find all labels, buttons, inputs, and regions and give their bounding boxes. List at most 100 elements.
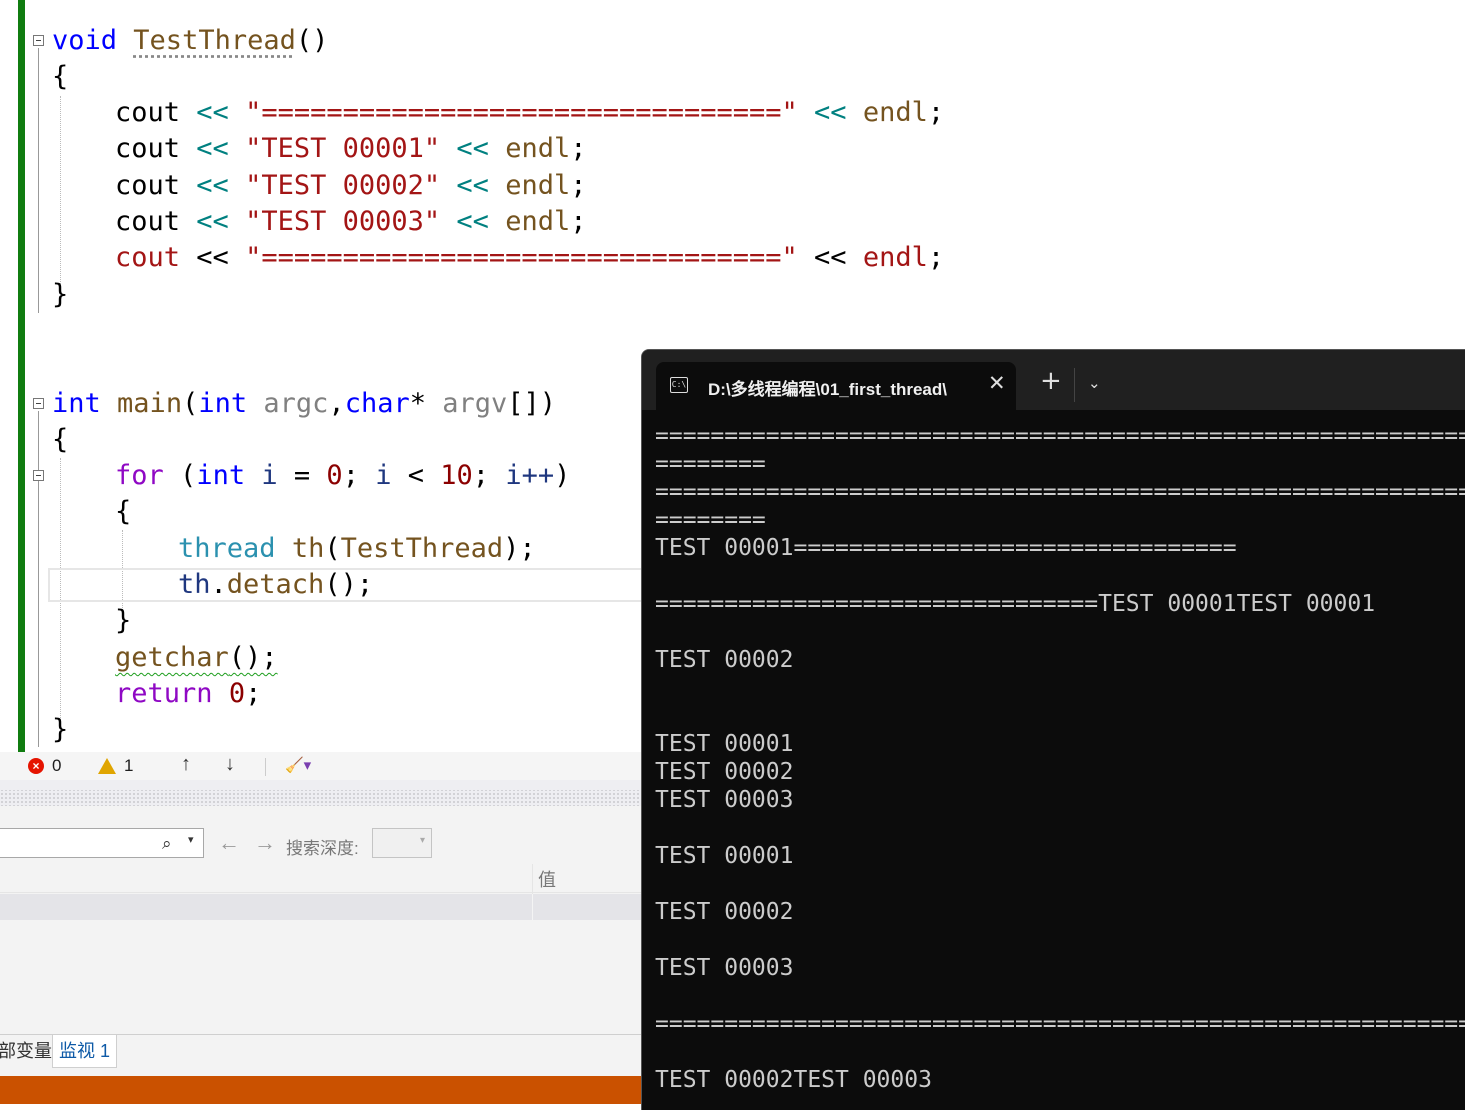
operator: << xyxy=(456,170,489,201)
error-count[interactable]: × 0 xyxy=(28,755,61,777)
terminal-output-line: TEST 00002 xyxy=(655,899,794,925)
code-line-cout[interactable]: cout << "===============================… xyxy=(115,95,944,131)
terminal-output-line: ================================TEST 000… xyxy=(655,591,1376,617)
code-line-open-brace[interactable]: { xyxy=(52,59,68,95)
terminal-window[interactable]: C:\ D:\多线程编程\01_first_thread\ ✕ + ⌄ ====… xyxy=(641,349,1465,1110)
string-literal: "TEST 00002" xyxy=(245,170,441,201)
keyword: for xyxy=(115,460,164,491)
code-cleanup-button[interactable]: 🧹▾ xyxy=(285,755,311,777)
code-line-cout[interactable]: cout << "TEST 00001" << endl; xyxy=(115,131,587,167)
code-line-close-brace[interactable]: } xyxy=(52,712,68,748)
operator: << xyxy=(814,242,847,273)
column-separator xyxy=(532,894,533,920)
code-line-close-brace[interactable]: } xyxy=(52,277,68,313)
chevron-down-icon[interactable]: ⌄ xyxy=(1088,374,1101,392)
keyword: char xyxy=(344,388,410,419)
search-depth-label: 搜索深度: xyxy=(286,839,359,858)
variable: i xyxy=(261,460,278,491)
titlebar-divider xyxy=(1074,368,1075,402)
code-line-return[interactable]: return 0; xyxy=(115,676,261,712)
code-line-thread[interactable]: thread th(TestThread); xyxy=(178,531,536,567)
warning-count-value: 1 xyxy=(124,756,134,775)
punctuation: []) xyxy=(507,388,557,419)
punctuation: (); xyxy=(324,569,374,600)
terminal-tab[interactable]: C:\ D:\多线程编程\01_first_thread\ ✕ xyxy=(656,362,1016,410)
toolbar-divider xyxy=(265,758,266,776)
code-line-for[interactable]: for (int i = 0; i < 10; i++) xyxy=(115,458,570,494)
ide-status-bar xyxy=(0,1076,645,1104)
string-literal: "TEST 00001" xyxy=(245,133,441,164)
code-line-cout[interactable]: cout << "TEST 00002" << endl; xyxy=(115,168,587,204)
semicolon: ; xyxy=(927,97,945,128)
operator: << xyxy=(456,206,489,237)
terminal-output-line: TEST 00002TEST 00003 xyxy=(655,1067,932,1093)
chevron-down-icon[interactable]: ▾ xyxy=(188,833,194,846)
terminal-output-line: TEST 00003 xyxy=(655,787,794,813)
semicolon: ; xyxy=(472,460,490,491)
error-count-value: 0 xyxy=(52,756,62,775)
tab-watch-1[interactable]: 监视 1 xyxy=(52,1035,118,1068)
punctuation: * xyxy=(409,388,426,419)
watch-search-input[interactable]: ⌕ ▾ xyxy=(0,828,204,858)
terminal-output-line: TEST 00003 xyxy=(655,955,794,981)
punctuation: , xyxy=(328,388,345,419)
brace: } xyxy=(115,605,132,636)
terminal-output-line: ======== xyxy=(655,451,766,477)
variable: th xyxy=(291,533,325,564)
endl-token: endl xyxy=(505,206,571,237)
watch-row[interactable] xyxy=(0,894,645,920)
code-line-open-brace[interactable]: { xyxy=(52,422,68,458)
tab-locals[interactable]: 部变量 xyxy=(0,1035,58,1067)
operator: << xyxy=(196,206,229,237)
new-tab-button[interactable]: + xyxy=(1040,368,1062,394)
warning-count[interactable]: 1 xyxy=(98,755,133,777)
punctuation: ); xyxy=(503,533,536,564)
search-forward-button[interactable]: → xyxy=(254,830,276,856)
console-icon: C:\ xyxy=(670,377,688,393)
keyword: int xyxy=(198,388,248,419)
number: 10 xyxy=(440,460,473,491)
operator: = xyxy=(293,460,311,491)
cout-token: cout xyxy=(115,242,181,273)
close-icon[interactable]: ✕ xyxy=(988,371,1006,396)
variable: i++ xyxy=(505,460,555,491)
search-depth-select[interactable]: ▾ xyxy=(372,828,432,858)
punctuation: ( xyxy=(182,388,199,419)
code-line-open-brace[interactable]: { xyxy=(115,494,131,530)
operator: << xyxy=(196,133,229,164)
next-issue-button[interactable]: ↓ xyxy=(225,753,235,775)
brace: { xyxy=(115,496,132,527)
code-line-cout[interactable]: cout << "TEST 00003" << endl; xyxy=(115,204,587,240)
punctuation: . xyxy=(210,569,227,600)
search-back-button[interactable]: ← xyxy=(218,830,240,856)
fold-toggle-main[interactable] xyxy=(33,398,44,409)
fold-toggle-for[interactable] xyxy=(33,470,44,481)
function-name: TestThread xyxy=(340,533,504,564)
fold-toggle-testthread[interactable] xyxy=(33,35,44,46)
debug-tab-strip: 部变量 监视 1 xyxy=(0,1034,645,1069)
terminal-output[interactable]: ======== ================================… xyxy=(655,422,1465,1094)
string-literal: "TEST 00003" xyxy=(245,206,441,237)
chevron-down-icon: ▾ xyxy=(419,835,425,846)
search-icon[interactable]: ⌕ xyxy=(162,834,172,854)
code-line-testthread-decl[interactable]: void TestThread() xyxy=(52,23,328,59)
terminal-titlebar[interactable]: C:\ D:\多线程编程\01_first_thread\ ✕ + ⌄ xyxy=(642,350,1465,410)
brace: { xyxy=(52,61,69,92)
code-line-main-decl[interactable]: int main(int argc,char* argv[]) xyxy=(52,386,556,422)
keyword: void xyxy=(52,25,118,56)
previous-issue-button[interactable]: ↑ xyxy=(181,753,191,775)
code-line-getchar[interactable]: getchar(); xyxy=(115,640,278,676)
code-line-detach[interactable]: th.detach(); xyxy=(178,567,373,603)
value-column-header[interactable]: 值 xyxy=(538,866,556,892)
punctuation: ( xyxy=(180,460,197,491)
warning-icon xyxy=(98,758,116,774)
function-name: main xyxy=(117,388,183,419)
terminal-output-line: TEST 00001 xyxy=(655,843,794,869)
code-line-close-brace[interactable]: } xyxy=(115,603,131,639)
code-line-cout[interactable]: cout << "===============================… xyxy=(115,240,944,276)
terminal-output-line: TEST 00001==============================… xyxy=(655,535,1237,561)
